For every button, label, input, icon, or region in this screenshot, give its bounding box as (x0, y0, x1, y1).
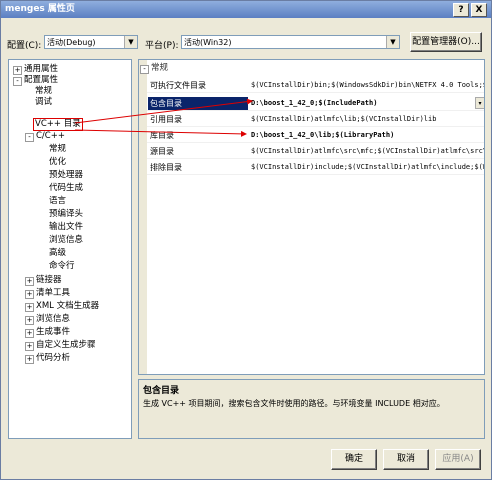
window-title: menges 属性页 (5, 4, 75, 14)
config-select-value: 活动(Debug) (47, 38, 96, 47)
tree-item-preprocessor[interactable]: 预处理器 (49, 170, 83, 181)
property-pages-window: menges 属性页 ? X 配置(C): 活动(Debug) ▼ 平台(P):… (0, 0, 492, 480)
tree-item-precompiled-headers[interactable]: 预编译头 (49, 209, 83, 220)
help-button[interactable]: ? (453, 3, 469, 17)
property-name: 可执行文件目录 (150, 81, 206, 90)
tree-item-output-files[interactable]: 输出文件 (49, 222, 83, 233)
description-title: 包含目录 (143, 386, 180, 396)
description-text: 生成 VC++ 项目期间，搜索包含文件时使用的路径。与环境变量 INCLUDE … (143, 399, 445, 408)
property-value[interactable]: $(VCInstallDir)include;$(VCInstallDir)at… (251, 161, 484, 174)
expand-icon[interactable]: + (25, 355, 34, 364)
property-name: 源目录 (150, 147, 174, 156)
expand-icon[interactable]: + (25, 277, 34, 286)
chevron-down-icon[interactable]: ▼ (386, 36, 399, 48)
collapse-icon[interactable]: - (140, 65, 149, 74)
tree-item-build-events[interactable]: 生成事件 (36, 327, 70, 338)
property-value[interactable]: D:\boost_1_42_0;$(IncludePath) (251, 97, 484, 110)
property-value[interactable]: $(VCInstallDir)atlmfc\lib;$(VCInstallDir… (251, 113, 484, 126)
cancel-button[interactable]: 取消 (383, 449, 429, 470)
tree-item-config-properties[interactable]: 配置属性 (24, 75, 58, 86)
property-name: 引用目录 (150, 115, 182, 124)
platform-select[interactable]: 活动(Win32) ▼ (181, 35, 400, 49)
property-row-source-dirs[interactable]: 源目录 $(VCInstallDir)atlmfc\src\mfc;$(VCIn… (147, 145, 484, 159)
platform-select-value: 活动(Win32) (184, 38, 232, 47)
tree-item-browse-information[interactable]: 浏览信息 (36, 314, 70, 325)
config-label: 配置(C): (7, 41, 42, 51)
title-bar[interactable]: menges 属性页 ? X (1, 1, 491, 18)
expand-icon[interactable]: + (25, 290, 34, 299)
tree-item-command-line[interactable]: 命令行 (49, 261, 75, 272)
expand-icon[interactable]: + (13, 66, 22, 75)
expand-icon[interactable]: + (25, 342, 34, 351)
tree-item-optimization[interactable]: 优化 (49, 157, 66, 168)
platform-label: 平台(P): (145, 41, 179, 51)
chevron-down-icon[interactable]: ▾ (475, 97, 484, 109)
grid-gutter (139, 60, 147, 374)
tree-item-code-generation[interactable]: 代码生成 (49, 183, 83, 194)
expand-icon[interactable]: + (25, 316, 34, 325)
property-name: 库目录 (150, 131, 174, 140)
tree-item-cpp-general[interactable]: 常规 (49, 144, 66, 155)
property-row-exe-dirs[interactable]: 可执行文件目录 $(VCInstallDir)bin;$(WindowsSdkD… (147, 79, 484, 93)
tree-item-linker[interactable]: 链接器 (36, 275, 62, 286)
tree-item-debugging[interactable]: 调试 (35, 97, 52, 108)
config-select[interactable]: 活动(Debug) ▼ (44, 35, 138, 49)
chevron-down-icon[interactable]: ▼ (124, 36, 137, 48)
property-row-exclude-dirs[interactable]: 排除目录 $(VCInstallDir)include;$(VCInstallD… (147, 161, 484, 175)
tree-item-manifest-tool[interactable]: 清单工具 (36, 288, 70, 299)
tree-item-xml-doc-generator[interactable]: XML 文档生成器 (36, 301, 99, 312)
property-name: 包含目录 (148, 97, 248, 110)
property-name: 排除目录 (150, 163, 182, 172)
tree-item-common-properties[interactable]: 通用属性 (24, 64, 58, 75)
apply-button[interactable]: 应用(A) (435, 449, 481, 470)
description-panel: 包含目录 生成 VC++ 项目期间，搜索包含文件时使用的路径。与环境变量 INC… (138, 379, 485, 439)
collapse-icon[interactable]: - (13, 77, 22, 86)
close-button[interactable]: X (471, 3, 487, 17)
tree-item-vc-directories[interactable]: VC++ 目录 (33, 118, 83, 131)
tree-item-custom-build-step[interactable]: 自定义生成步骤 (36, 340, 96, 351)
expand-icon[interactable]: + (25, 303, 34, 312)
tree-item-general[interactable]: 常规 (35, 86, 52, 97)
property-value[interactable]: $(VCInstallDir)atlmfc\src\mfc;$(VCInstal… (251, 145, 484, 158)
property-row-include-dirs[interactable]: 包含目录 D:\boost_1_42_0;$(IncludePath) ▾ (147, 97, 484, 111)
tree-item-language[interactable]: 语言 (49, 196, 66, 207)
tree-item-code-analysis[interactable]: 代码分析 (36, 353, 70, 364)
tree-item-c-cpp[interactable]: C/C++ (36, 131, 65, 142)
collapse-icon[interactable]: - (25, 133, 34, 142)
category-tree[interactable]: + 通用属性 - 配置属性 常规 调试 VC++ 目录 - C/C++ 常规 优… (8, 59, 132, 439)
property-grid[interactable]: - 常规 可执行文件目录 $(VCInstallDir)bin;$(Window… (138, 59, 485, 375)
property-value[interactable]: D:\boost_1_42_0\lib;$(LibraryPath) (251, 129, 484, 142)
ok-button[interactable]: 确定 (331, 449, 377, 470)
property-value[interactable]: $(VCInstallDir)bin;$(WindowsSdkDir)bin\N… (251, 79, 484, 92)
property-row-library-dirs[interactable]: 库目录 D:\boost_1_42_0\lib;$(LibraryPath) (147, 129, 484, 143)
property-row-reference-dirs[interactable]: 引用目录 $(VCInstallDir)atlmfc\lib;$(VCInsta… (147, 113, 484, 127)
tree-item-advanced[interactable]: 高级 (49, 248, 66, 259)
config-manager-button[interactable]: 配置管理器(O)... (410, 32, 482, 52)
expand-icon[interactable]: + (25, 329, 34, 338)
grid-section-general: 常规 (151, 63, 169, 73)
tree-item-browse-info[interactable]: 浏览信息 (49, 235, 83, 246)
